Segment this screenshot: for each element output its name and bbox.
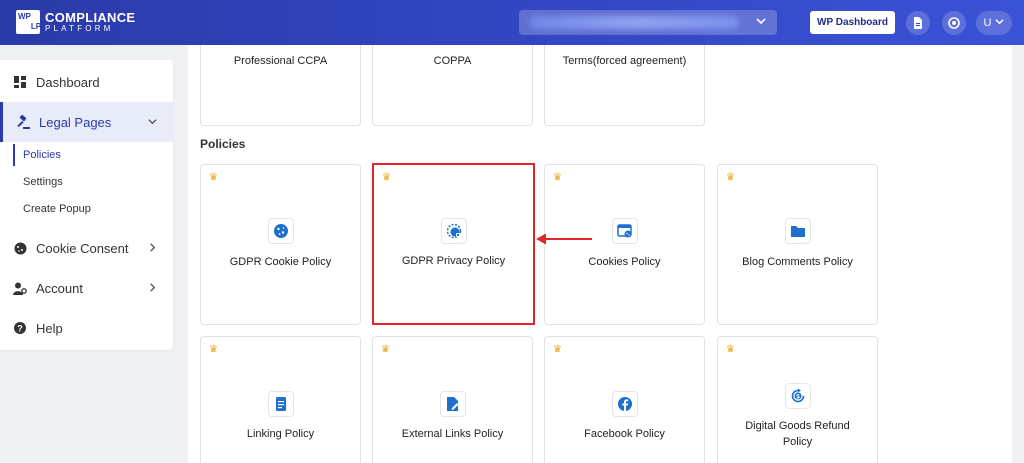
policy-card-blog-comments-policy[interactable]: ♛ Blog Comments Policy xyxy=(717,164,878,325)
policy-card-gdpr-privacy-policy[interactable]: ♛ GDPR Privacy Policy xyxy=(372,163,535,325)
help-icon: ? xyxy=(13,321,27,335)
browser-cookie-icon xyxy=(612,218,638,244)
crown-icon: ♛ xyxy=(553,172,562,183)
policy-card-title: Blog Comments Policy xyxy=(742,256,853,268)
submenu-item-settings[interactable]: Settings xyxy=(13,171,163,193)
sidebar-item-label: Account xyxy=(36,280,83,296)
sidebar-item-cookie-consent[interactable]: Cookie Consent xyxy=(0,228,173,268)
sidebar-item-legal-pages[interactable]: Legal Pages xyxy=(0,102,173,142)
annotation-arrow xyxy=(536,233,592,245)
logo-title: COMPLIANCE xyxy=(45,10,136,25)
crown-icon: ♛ xyxy=(726,344,735,355)
crown-icon: ♛ xyxy=(553,344,562,355)
policy-card-title: Facebook Policy xyxy=(584,428,665,440)
submenu-item-create-popup[interactable]: Create Popup xyxy=(13,198,163,220)
policy-card-gdpr-cookie-policy[interactable]: ♛ GDPR Cookie Policy xyxy=(200,164,361,325)
chevron-down-icon xyxy=(995,17,1005,29)
policy-card-title: Terms(forced agreement) xyxy=(562,55,687,67)
crown-icon: ♛ xyxy=(726,172,735,183)
chevron-right-icon xyxy=(148,241,157,255)
section-title-policies: Policies xyxy=(200,137,246,151)
policy-card-coppa[interactable]: COPPA xyxy=(372,45,533,126)
crown-icon: ♛ xyxy=(381,344,390,355)
policy-card-terms-forced-agreement[interactable]: Terms(forced agreement) xyxy=(544,45,705,126)
user-initial: U xyxy=(983,17,992,29)
policy-card-external-links-policy[interactable]: ♛ External Links Policy xyxy=(372,336,533,463)
top-navbar: WP LP COMPLIANCE PLATFORM WP Dashboard U xyxy=(0,0,1024,45)
sidebar-item-help[interactable]: ? Help xyxy=(0,308,173,348)
cookie-icon xyxy=(13,241,27,255)
chevron-right-icon xyxy=(148,281,157,295)
logo-mark-bottom: LP xyxy=(30,22,42,31)
sidebar-item-label: Legal Pages xyxy=(39,114,112,130)
user-menu-button[interactable]: U xyxy=(976,11,1012,35)
policy-card-linking-policy[interactable]: ♛ Linking Policy xyxy=(200,336,361,463)
document-icon[interactable] xyxy=(906,11,930,35)
wp-dashboard-button[interactable]: WP Dashboard xyxy=(810,11,895,34)
logo[interactable]: WP LP COMPLIANCE PLATFORM xyxy=(16,10,135,34)
sidebar-item-label: Dashboard xyxy=(36,74,100,90)
cookie-icon xyxy=(268,218,294,244)
policy-card-professional-ccpa[interactable]: Professional CCPA xyxy=(200,45,361,126)
policy-card-title: External Links Policy xyxy=(401,428,504,440)
chevron-down-icon xyxy=(755,15,767,30)
svg-text:?: ? xyxy=(17,324,23,334)
chevron-down-icon xyxy=(148,115,157,129)
policy-card-facebook-policy[interactable]: ♛ Facebook Policy xyxy=(544,336,705,463)
user-cog-icon xyxy=(13,281,27,295)
legal-pages-submenu: Policies Settings Create Popup xyxy=(13,143,163,223)
sidebar-item-label: Cookie Consent xyxy=(36,240,129,256)
policy-card-title: GDPR Privacy Policy xyxy=(401,255,506,267)
policy-card-title: Professional CCPA xyxy=(233,55,328,67)
privacy-icon xyxy=(441,218,467,244)
crown-icon: ♛ xyxy=(209,344,218,355)
site-selector[interactable] xyxy=(519,10,777,35)
logo-mark: WP LP xyxy=(16,10,42,34)
support-icon[interactable] xyxy=(942,11,966,35)
policy-card-title: COPPA xyxy=(433,55,472,67)
sidebar-item-dashboard[interactable]: Dashboard xyxy=(0,62,173,102)
logo-subtitle: PLATFORM xyxy=(45,24,114,33)
crown-icon: ♛ xyxy=(209,172,218,183)
folder-icon xyxy=(785,218,811,244)
logo-mark-top: WP xyxy=(18,12,31,21)
policy-card-digital-goods-refund-policy[interactable]: ♛ $ Digital Goods Refund Policy xyxy=(717,336,878,463)
sidebar-item-label: Help xyxy=(36,320,63,336)
crown-icon: ♛ xyxy=(382,172,391,183)
facebook-icon xyxy=(612,391,638,417)
sidebar-item-account[interactable]: Account xyxy=(0,268,173,308)
scroll-icon xyxy=(268,391,294,417)
submenu-item-policies[interactable]: Policies xyxy=(13,144,163,166)
refund-icon: $ xyxy=(785,383,811,409)
gavel-icon xyxy=(16,115,30,129)
policy-card-title: GDPR Cookie Policy xyxy=(229,256,332,268)
policy-card-title: Digital Goods Refund Policy xyxy=(745,420,850,448)
policy-card-title: Cookies Policy xyxy=(588,256,661,268)
grid-icon xyxy=(13,75,27,89)
site-selector-value-blurred xyxy=(529,16,739,29)
edit-file-icon xyxy=(440,391,466,417)
policy-card-title: Linking Policy xyxy=(246,428,315,440)
